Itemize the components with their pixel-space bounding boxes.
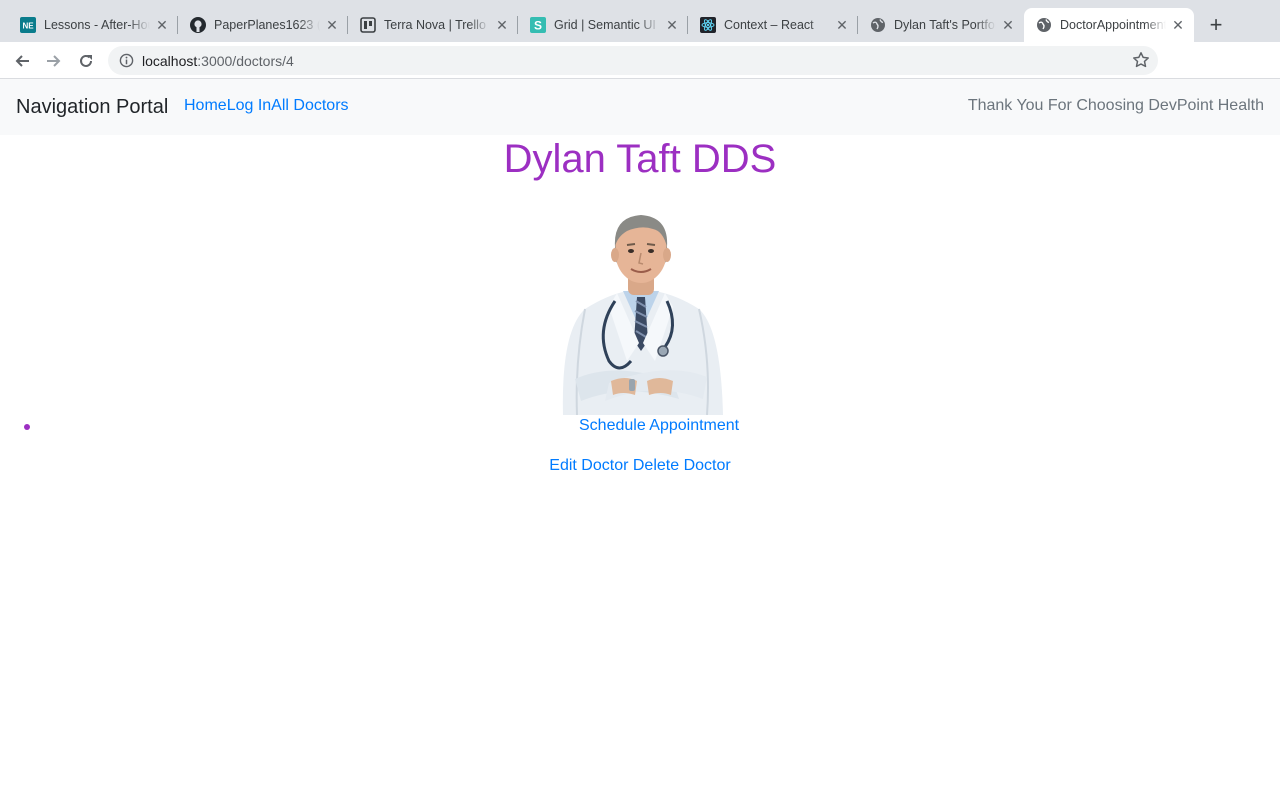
tab-title: DoctorAppointment (1060, 18, 1166, 32)
info-icon[interactable] (119, 53, 134, 68)
site-navbar: Navigation Portal Home Log In All Doctor… (0, 79, 1280, 135)
trello-icon (360, 17, 376, 33)
tab-title: Lessons - After-Hours (44, 18, 150, 32)
reload-icon (80, 54, 92, 67)
new-tab-button[interactable]: + (1203, 14, 1229, 38)
tab-react-context[interactable]: Context – React ✕ (688, 8, 858, 42)
forward-button[interactable] (42, 49, 66, 73)
navbar-tagline: Thank You For Choosing DevPoint Health (967, 97, 1264, 114)
svg-text:NE: NE (22, 22, 34, 31)
tab-semantic-ui[interactable]: S Grid | Semantic UI ✕ (518, 8, 688, 42)
browser-toolbar: localhost:3000/doctors/4 D (0, 42, 1280, 112)
tab-title: Dylan Taft's Portfolio (894, 18, 996, 32)
globe-icon (1036, 17, 1052, 33)
bookmark-star-icon[interactable] (1132, 51, 1150, 69)
close-icon[interactable]: ✕ (1000, 17, 1016, 33)
tab-trello[interactable]: Terra Nova | Trello ✕ (348, 8, 518, 42)
tab-portfolio[interactable]: Dylan Taft's Portfolio ✕ (858, 8, 1024, 42)
page-content: Navigation Portal Home Log In All Doctor… (0, 79, 1280, 800)
close-icon[interactable]: ✕ (1170, 17, 1186, 33)
address-bar[interactable]: localhost:3000/doctors/4 (108, 46, 1158, 75)
back-button[interactable] (10, 49, 34, 73)
edit-doctor-link[interactable]: Edit Doctor (549, 457, 628, 474)
url-text[interactable]: localhost:3000/doctors/4 (142, 53, 294, 69)
reload-button[interactable] (74, 49, 98, 73)
brand-title[interactable]: Navigation Portal (16, 96, 168, 119)
schedule-appointment-link[interactable]: Schedule Appointment (579, 417, 739, 435)
nav-link-all-doctors[interactable]: All Doctors (271, 97, 348, 115)
close-icon[interactable]: ✕ (324, 17, 340, 33)
svg-text:S: S (534, 19, 542, 33)
nav-links: Home Log In All Doctors (184, 97, 349, 115)
tab-title: PaperPlanes1623 ( (214, 18, 320, 32)
forward-arrow-icon (47, 55, 61, 67)
tab-doctor-appointment[interactable]: DoctorAppointment ✕ (1024, 8, 1194, 42)
ne-logo-icon: NE (20, 17, 36, 33)
globe-icon (870, 17, 886, 33)
semantic-ui-icon: S (530, 17, 546, 33)
doctor-photo (562, 215, 723, 415)
list-bullet (24, 424, 30, 430)
react-icon (700, 17, 716, 33)
nav-link-log-in[interactable]: Log In (227, 97, 271, 115)
tab-title: Context – React (724, 18, 814, 32)
close-icon[interactable]: ✕ (834, 17, 850, 33)
delete-doctor-link[interactable]: Delete Doctor (633, 457, 731, 474)
doctor-actions: Edit Doctor Delete Doctor (0, 457, 1280, 475)
close-icon[interactable]: ✕ (154, 17, 170, 33)
github-icon (190, 17, 206, 33)
url-host: localhost (142, 53, 198, 69)
back-arrow-icon (15, 55, 29, 67)
tab-strip: NE Lessons - After-Hours ✕ PaperPlanes16… (0, 0, 1280, 42)
nav-link-home[interactable]: Home (184, 97, 227, 115)
url-path: :3000/doctors/4 (197, 53, 294, 69)
close-icon[interactable]: ✕ (494, 17, 510, 33)
tab-title: Terra Nova | Trello (384, 18, 486, 32)
tab-github[interactable]: PaperPlanes1623 ( ✕ (178, 8, 348, 42)
close-icon[interactable]: ✕ (664, 17, 680, 33)
tab-lessons[interactable]: NE Lessons - After-Hours ✕ (8, 8, 178, 42)
doctor-name: Dylan Taft DDS (503, 137, 777, 181)
tab-title: Grid | Semantic UI (554, 18, 656, 32)
